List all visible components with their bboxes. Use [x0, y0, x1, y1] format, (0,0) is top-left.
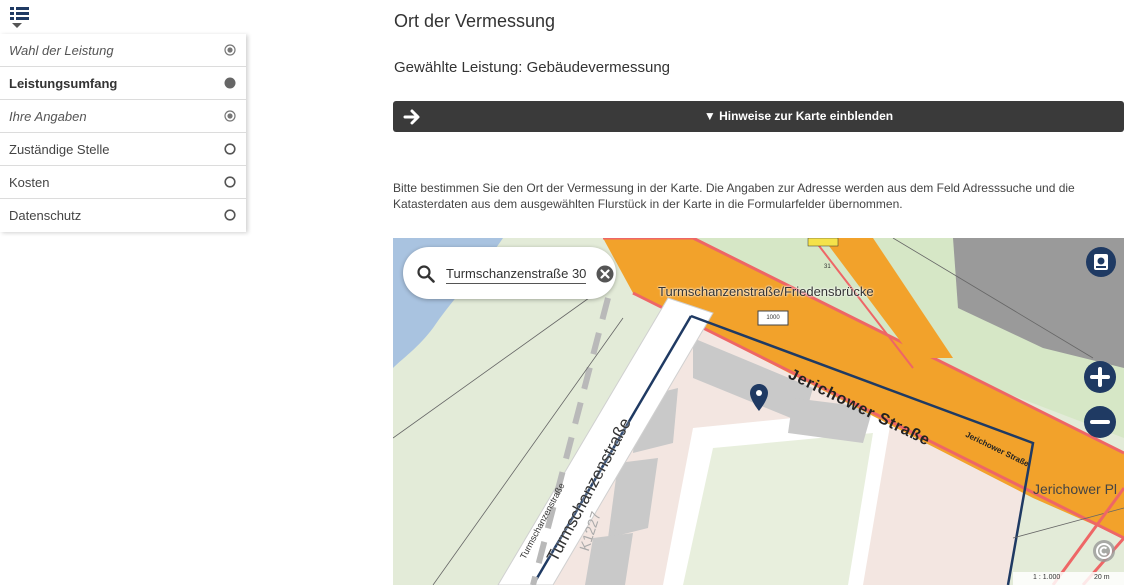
step-label: Kosten [9, 174, 50, 190]
layer-switcher-icon[interactable] [1086, 247, 1116, 277]
step-open-icon [224, 209, 236, 221]
selected-service: Gewählte Leistung: Gebäudevermessung [394, 59, 671, 76]
step-label: Leistungsumfang [9, 75, 118, 91]
step-done-icon [224, 110, 236, 122]
address-search-box [403, 247, 616, 299]
step-ihre-angaben[interactable]: Ihre Angaben [0, 100, 246, 133]
step-label: Ihre Angaben [9, 108, 87, 124]
house-number-31: 31 [824, 264, 831, 270]
zoom-out-icon[interactable] [1084, 406, 1116, 438]
map-instructions: Bitte bestimmen Sie den Ort der Vermessu… [393, 181, 1075, 211]
step-current-icon [224, 77, 236, 89]
location-marker-icon[interactable] [750, 384, 768, 411]
address-search-input[interactable] [446, 263, 586, 284]
step-leistungsumfang[interactable]: Leistungsumfang [0, 67, 246, 100]
step-kosten[interactable]: Kosten [0, 166, 246, 199]
step-list-toggle-icon[interactable] [10, 6, 30, 28]
map-hints-toggle-label: ▼ Hinweise zur Karte einblenden [703, 109, 894, 123]
clear-search-icon[interactable] [596, 265, 614, 283]
map-scale: 1 : 1.000 20 m [1013, 572, 1124, 585]
search-icon[interactable] [417, 265, 435, 283]
zoom-in-icon[interactable] [1084, 361, 1116, 393]
step-zustaendige-stelle[interactable]: Zuständige Stelle [0, 133, 246, 166]
map-viewport[interactable]: Turmschanzenstraße/Friedensbrücke Jerich… [393, 238, 1124, 585]
bridge-label: Turmschanzenstraße/Friedensbrücke [658, 284, 874, 299]
step-open-icon [224, 176, 236, 188]
step-datenschutz[interactable]: Datenschutz [0, 199, 246, 232]
step-done-icon [224, 44, 236, 56]
page-title: Ort der Vermessung [394, 11, 556, 31]
scale-distance: 20 m [1094, 574, 1110, 581]
step-label: Datenschutz [9, 208, 82, 223]
step-label: Zuständige Stelle [9, 141, 110, 157]
step-wahl-der-leistung[interactable]: Wahl der Leistung [0, 34, 246, 67]
attribution-icon[interactable] [1092, 539, 1116, 563]
map-hints-toggle-button[interactable]: ▼ Hinweise zur Karte einblenden [393, 101, 1124, 132]
step-label: Wahl der Leistung [9, 42, 114, 58]
place-label-cut: Jerichower Pl [1033, 481, 1118, 497]
process-steps-sidebar: Wahl der Leistung Leistungsumfang Ihre A… [0, 34, 246, 232]
step-open-icon [224, 143, 236, 155]
house-number-sign: 1000 [766, 315, 780, 321]
scale-ratio: 1 : 1.000 [1033, 574, 1061, 581]
